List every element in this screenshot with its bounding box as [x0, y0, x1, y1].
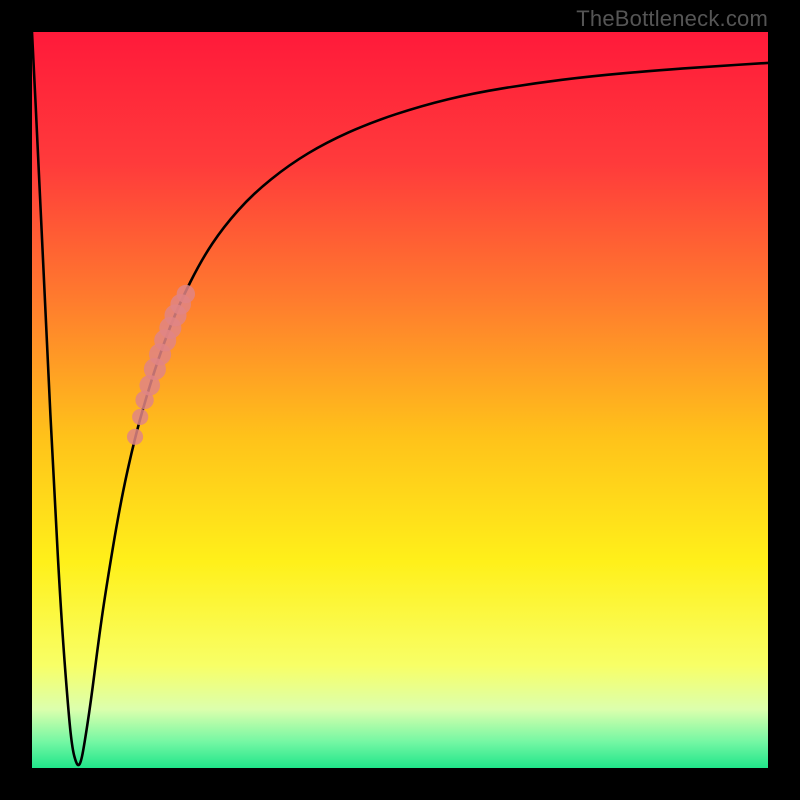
chart-frame: TheBottleneck.com: [0, 0, 800, 800]
plot-area: [32, 32, 768, 768]
watermark-text: TheBottleneck.com: [576, 6, 768, 32]
highlight-markers: [127, 285, 195, 445]
bottleneck-curve: [32, 32, 768, 768]
